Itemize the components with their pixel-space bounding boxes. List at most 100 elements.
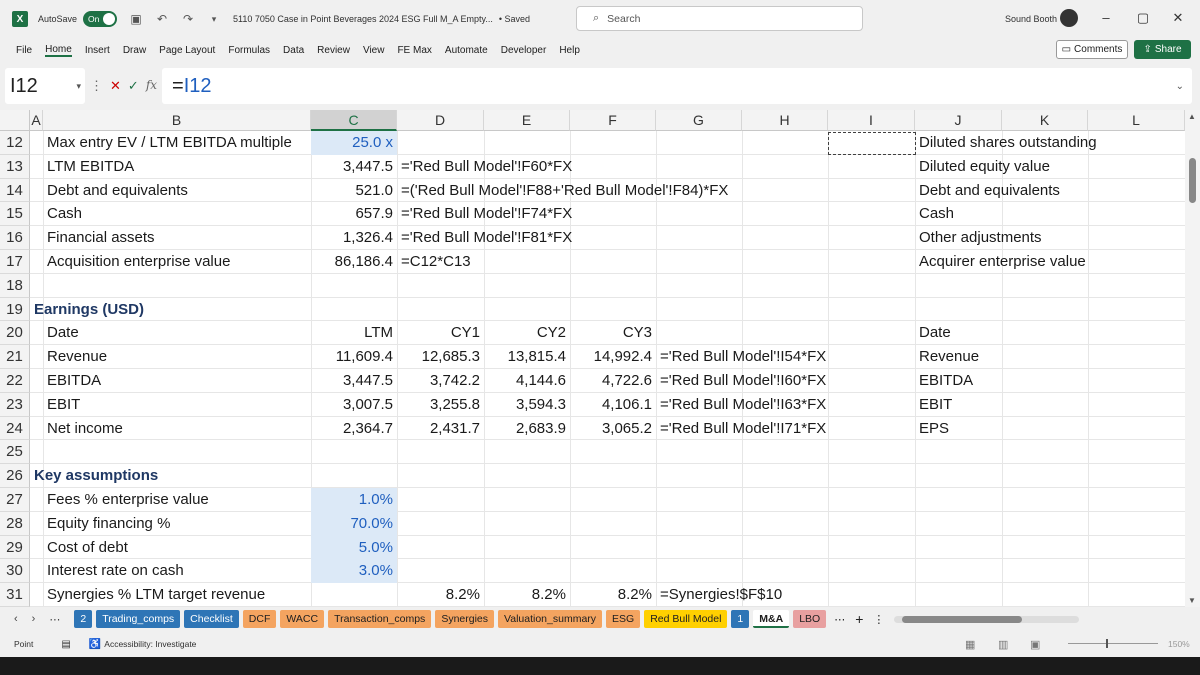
sheet-tab-esg[interactable]: ESG: [606, 610, 641, 628]
column-header-e[interactable]: E: [484, 110, 570, 131]
cell-g23[interactable]: ='Red Bull Model'!I63*FX: [656, 393, 916, 417]
cell-b30[interactable]: Interest rate on cash: [43, 559, 311, 583]
cell-f15[interactable]: [570, 202, 656, 226]
cell-b19[interactable]: [43, 298, 311, 322]
sheet-tab-synergies[interactable]: Synergies: [435, 610, 495, 628]
cell-d19[interactable]: [397, 298, 484, 322]
sheet-tab-lbo[interactable]: LBO: [793, 610, 827, 628]
column-header-j[interactable]: J: [915, 110, 1002, 131]
file-name[interactable]: 5110 7050 Case in Point Beverages 2024 E…: [233, 14, 493, 24]
horizontal-scroll-thumb[interactable]: [902, 615, 1023, 623]
cell-c18[interactable]: [311, 274, 397, 298]
cell-f25[interactable]: [570, 440, 656, 464]
cell-b27[interactable]: Fees % enterprise value: [43, 488, 311, 512]
row-header-27[interactable]: 27: [0, 488, 30, 512]
sheet-tab-m-a[interactable]: M&A: [753, 610, 790, 628]
cell-f20[interactable]: CY3: [570, 321, 656, 345]
cell-g27[interactable]: [656, 488, 742, 512]
cell-g21[interactable]: ='Red Bull Model'!I54*FX: [656, 345, 916, 369]
cell-g15[interactable]: [656, 202, 742, 226]
row-header-15[interactable]: 15: [0, 202, 30, 227]
sheet-tab-valuation-summary[interactable]: Valuation_summary: [498, 610, 603, 628]
options-icon[interactable]: ⋮: [873, 613, 884, 626]
cell-d27[interactable]: [397, 488, 484, 512]
cell-f12[interactable]: [570, 131, 656, 155]
cell-j23[interactable]: EBIT: [915, 393, 1175, 417]
cell-d29[interactable]: [397, 536, 484, 560]
cell-e18[interactable]: [484, 274, 570, 298]
cell-e24[interactable]: 2,683.9: [484, 417, 570, 441]
column-header-k[interactable]: K: [1002, 110, 1088, 131]
cell-j12[interactable]: Diluted shares outstanding: [915, 131, 1175, 155]
cell-c15[interactable]: 657.9: [311, 202, 397, 226]
tab-review[interactable]: Review: [317, 45, 350, 56]
scroll-up-icon[interactable]: ▲: [1188, 112, 1196, 121]
cell-g17[interactable]: [656, 250, 742, 274]
cell-d18[interactable]: [397, 274, 484, 298]
cell-e21[interactable]: 13,815.4: [484, 345, 570, 369]
cell-e12[interactable]: [484, 131, 570, 155]
selected-cell-i12[interactable]: [828, 132, 916, 155]
row-header-18[interactable]: 18: [0, 273, 30, 298]
tab-data[interactable]: Data: [283, 45, 304, 56]
cell-f29[interactable]: [570, 536, 656, 560]
cell-d28[interactable]: [397, 512, 484, 536]
avatar[interactable]: [1060, 9, 1078, 27]
cell-e16[interactable]: [484, 226, 570, 250]
cell-b22[interactable]: EBITDA: [43, 369, 311, 393]
comments-button[interactable]: ▭ Comments: [1056, 40, 1128, 59]
autosave-toggle[interactable]: On: [83, 11, 118, 27]
zoom-level[interactable]: 150%: [1168, 639, 1190, 649]
cell-e15[interactable]: [484, 202, 570, 226]
cell-e26[interactable]: [484, 464, 570, 488]
tab-help[interactable]: Help: [559, 45, 580, 56]
minimize-icon[interactable]: –: [1096, 10, 1116, 25]
cell-j13[interactable]: Diluted equity value: [915, 155, 1175, 179]
expand-formula-icon[interactable]: ⌄: [1176, 81, 1184, 92]
enter-icon[interactable]: ✓: [128, 78, 139, 94]
row-header-22[interactable]: 22: [0, 369, 30, 393]
page-break-view-icon[interactable]: ▣: [1030, 638, 1040, 651]
column-header-b[interactable]: B: [43, 110, 311, 131]
cell-g28[interactable]: [656, 512, 742, 536]
cell-c25[interactable]: [311, 440, 397, 464]
row-header-31[interactable]: 31: [0, 583, 30, 607]
sheet-tab-checklist[interactable]: Checklist: [184, 610, 239, 628]
cell-b24[interactable]: Net income: [43, 417, 311, 441]
cell-e25[interactable]: [484, 440, 570, 464]
cell-e30[interactable]: [484, 559, 570, 583]
column-header-c[interactable]: C: [311, 110, 397, 131]
cell-j24[interactable]: EPS: [915, 417, 1175, 441]
cell-d22[interactable]: 3,742.2: [397, 369, 484, 393]
cell-e20[interactable]: CY2: [484, 321, 570, 345]
cell-j19[interactable]: [915, 298, 1175, 322]
cell-c20[interactable]: LTM: [311, 321, 397, 345]
sheet-tab-1[interactable]: 1: [731, 610, 750, 628]
column-header-f[interactable]: F: [570, 110, 656, 131]
insert-function-icon[interactable]: fx: [146, 78, 157, 94]
chevron-down-icon[interactable]: ▾: [76, 81, 81, 92]
cell-e23[interactable]: 3,594.3: [484, 393, 570, 417]
cell-c12[interactable]: 25.0 x: [311, 131, 397, 155]
cell-g26[interactable]: [656, 464, 742, 488]
cell-f14[interactable]: [570, 179, 656, 203]
close-icon[interactable]: ✕: [1168, 10, 1188, 26]
cell-g19[interactable]: [656, 298, 742, 322]
column-header-d[interactable]: D: [397, 110, 484, 131]
sheet-tab-transaction-comps[interactable]: Transaction_comps: [328, 610, 432, 628]
tab-home[interactable]: Home: [45, 44, 72, 57]
cell-j22[interactable]: EBITDA: [915, 369, 1175, 393]
cell-b12[interactable]: Max entry EV / LTM EBITDA multiple: [43, 131, 311, 155]
cell-e19[interactable]: [484, 298, 570, 322]
save-icon[interactable]: ▣: [129, 12, 143, 26]
cell-f17[interactable]: [570, 250, 656, 274]
cell-f28[interactable]: [570, 512, 656, 536]
cell-b29[interactable]: Cost of debt: [43, 536, 311, 560]
cell-f21[interactable]: 14,992.4: [570, 345, 656, 369]
cell-c16[interactable]: 1,326.4: [311, 226, 397, 250]
tab-file[interactable]: File: [16, 45, 32, 56]
tab-developer[interactable]: Developer: [501, 45, 547, 56]
cell-e27[interactable]: [484, 488, 570, 512]
cell-g30[interactable]: [656, 559, 742, 583]
cell-f18[interactable]: [570, 274, 656, 298]
